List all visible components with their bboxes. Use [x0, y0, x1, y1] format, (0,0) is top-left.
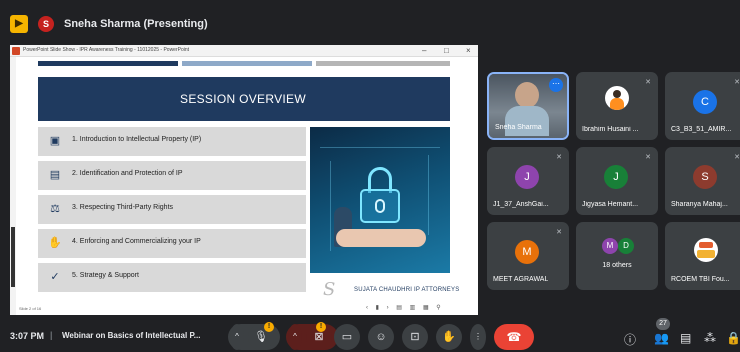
- close-icon: ×: [466, 46, 471, 55]
- people-icon[interactable]: 👥: [654, 331, 669, 345]
- mic-off-icon: ✕: [645, 79, 651, 86]
- raise-hand-icon[interactable]: ✋: [436, 324, 462, 350]
- shared-screen: PowerPoint Slide Show - IPR Awareness Tr…: [10, 45, 478, 315]
- avatar: M: [515, 240, 539, 264]
- agenda-item: ▤ 2. Identification and Protection of IP: [38, 161, 306, 190]
- participant-tile[interactable]: ✕ J Jigyasa Hemant...: [576, 147, 658, 215]
- mic-off-icon: ✕: [734, 79, 740, 86]
- firm-name: SUJATA CHAUDHRI IP ATTORNEYS: [354, 287, 460, 293]
- agenda-item: ✓ 5. Strategy & Support: [38, 263, 306, 292]
- balance-icon: ⚖: [50, 203, 60, 215]
- scroll-thumb: [11, 227, 15, 287]
- checkmark-icon: ✓: [50, 271, 60, 283]
- slide: SESSION OVERVIEW ▣ 1. Introduction to In…: [38, 61, 466, 303]
- slide-status: Slide 2 of 16: [19, 306, 42, 311]
- control-bar: 3:07 PM | Webinar on Basics of Intellect…: [0, 318, 740, 352]
- participant-tile[interactable]: ✕ Ibrahim Husaini ...: [576, 72, 658, 140]
- participant-tile[interactable]: RCOEM TBI Fou...: [665, 222, 740, 290]
- agenda-item: ▣ 1. Introduction to Intellectual Proper…: [38, 127, 306, 156]
- slide-heading-bar: SESSION OVERVIEW: [38, 77, 450, 121]
- mic-off-icon: ✕: [556, 154, 562, 161]
- chevron-up-icon[interactable]: ^: [230, 324, 244, 350]
- maximize-icon: □: [444, 46, 449, 55]
- agenda-item-label: 1. Introduction to Intellectual Property…: [72, 136, 202, 143]
- meeting-time: 3:07 PM: [10, 331, 45, 341]
- participant-tile[interactable]: ✕ J J1_37_AnshGai...: [487, 147, 569, 215]
- info-icon[interactable]: ⓘ: [624, 331, 636, 348]
- chat-icon[interactable]: ▤: [680, 331, 691, 345]
- activities-icon[interactable]: ⁂: [704, 331, 716, 345]
- slide-scrollbar: [10, 57, 16, 315]
- meet-logo-icon: ▶: [10, 15, 28, 33]
- presenter-title: Sneha Sharma (Presenting): [64, 18, 208, 30]
- participant-name: J1_37_AnshGai...: [493, 201, 549, 208]
- participant-name: Ibrahim Husaini ...: [582, 126, 639, 133]
- lock-icon[interactable]: 🔒: [726, 331, 740, 345]
- more-options-icon[interactable]: ⋮: [470, 324, 486, 350]
- participant-tile[interactable]: ⋯ Sneha Sharma: [487, 72, 569, 140]
- participant-name: Sneha Sharma: [495, 124, 542, 131]
- hangup-button[interactable]: ☎: [494, 324, 534, 350]
- presenter-avatar: S: [38, 16, 54, 32]
- camera-warning-badge: !: [316, 322, 326, 332]
- avatar: J: [515, 165, 539, 189]
- agenda-item: ✋ 4. Enforcing and Commercializing your …: [38, 229, 306, 258]
- mic-off-icon: ✕: [734, 154, 740, 161]
- agenda-item: ⚖ 3. Respecting Third-Party Rights: [38, 195, 306, 224]
- avatar: J: [604, 165, 628, 189]
- present-icon[interactable]: ⊡: [402, 324, 428, 350]
- avatar: [694, 238, 718, 262]
- avatar: [605, 86, 629, 110]
- separator: |: [50, 330, 53, 340]
- chevron-up-icon[interactable]: ^: [288, 324, 302, 350]
- agenda-item-label: 3. Respecting Third-Party Rights: [72, 204, 174, 211]
- meeting-title: Webinar on Basics of Intellectual P...: [62, 331, 201, 340]
- participant-name: RCOEM TBI Fou...: [671, 276, 730, 283]
- avatar: D: [618, 238, 634, 254]
- participant-tile[interactable]: ✕ S Sharanya Mahaj...: [665, 147, 740, 215]
- participant-name: Sharanya Mahaj...: [671, 201, 728, 208]
- emoji-icon[interactable]: ☺: [368, 324, 394, 350]
- slide-heading: SESSION OVERVIEW: [180, 92, 306, 106]
- more-options-icon[interactable]: ⋯: [549, 78, 563, 92]
- mic-off-icon: ✕: [556, 229, 562, 236]
- avatar: S: [693, 165, 717, 189]
- avatar: C: [693, 90, 717, 114]
- participant-name: Jigyasa Hemant...: [582, 201, 639, 208]
- minimize-icon: –: [422, 46, 427, 55]
- handshake-icon: ✋: [48, 237, 62, 249]
- powerpoint-titlebar: PowerPoint Slide Show - IPR Awareness Tr…: [10, 45, 478, 57]
- agenda-item-label: 5. Strategy & Support: [72, 272, 139, 279]
- firm-logo-icon: S: [323, 279, 336, 300]
- participant-name: C3_B3_51_AMIR...: [671, 126, 732, 133]
- decor-bar: [316, 61, 450, 66]
- certificate-icon: ▤: [49, 169, 61, 181]
- powerpoint-title: PowerPoint Slide Show - IPR Awareness Tr…: [23, 47, 190, 53]
- participant-count-badge: 27: [656, 318, 670, 330]
- others-tile[interactable]: M D 18 others: [576, 222, 658, 290]
- avatar: M: [602, 238, 618, 254]
- others-count: 18 others: [602, 262, 632, 269]
- agenda-item-label: 2. Identification and Protection of IP: [72, 170, 183, 177]
- powerpoint-icon: [12, 47, 20, 55]
- presenter-bar: ▶ S Sneha Sharma (Presenting): [0, 10, 740, 40]
- mic-warning-badge: !: [264, 322, 274, 332]
- agenda-item-label: 4. Enforcing and Commercializing your IP: [72, 238, 201, 245]
- padlock-image: [310, 127, 450, 273]
- decor-bar: [38, 61, 178, 66]
- participant-tile[interactable]: ✕ C C3_B3_51_AMIR...: [665, 72, 740, 140]
- mic-off-icon: ✕: [645, 154, 651, 161]
- decor-bar: [182, 61, 312, 66]
- slideshow-nav: ‹ ▮ › ▤ ▥ ▦ ⚲: [366, 305, 444, 311]
- participant-tile[interactable]: ✕ M MEET AGRAWAL: [487, 222, 569, 290]
- presentation-icon: ▣: [49, 135, 61, 147]
- captions-icon[interactable]: ▭: [334, 324, 360, 350]
- participant-name: MEET AGRAWAL: [493, 276, 549, 283]
